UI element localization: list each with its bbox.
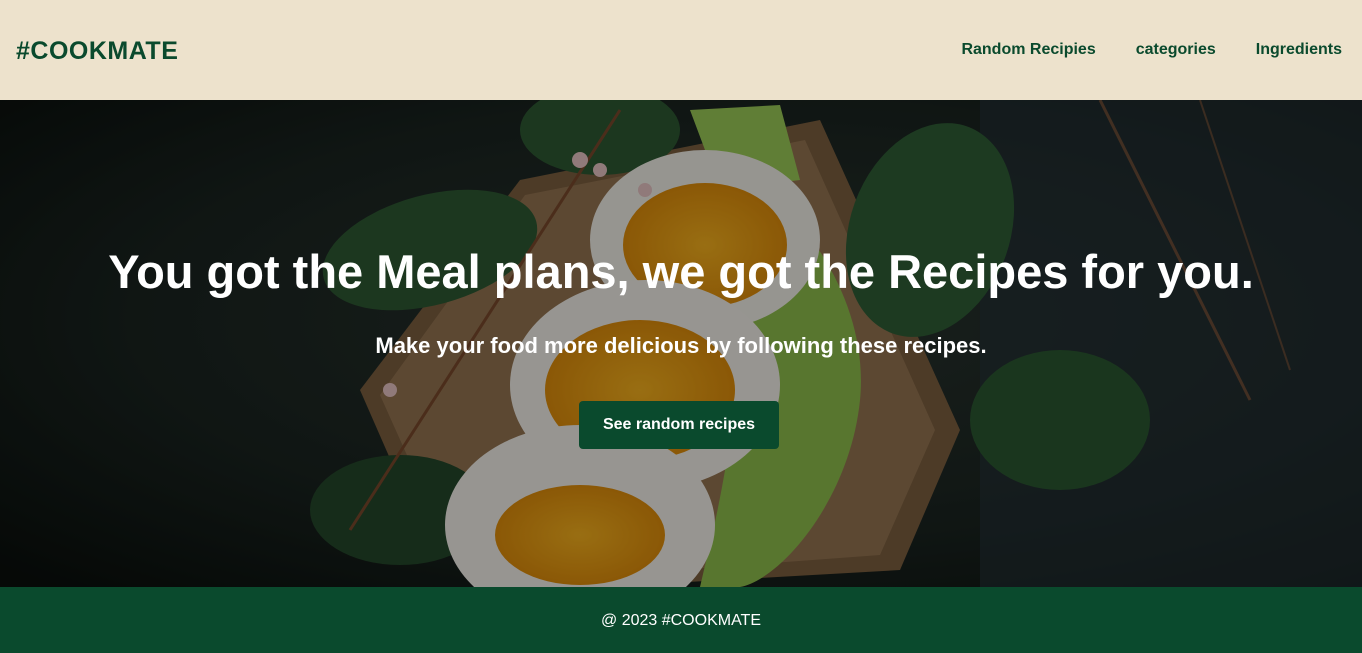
footer-copyright: @ 2023 #COOKMATE	[601, 612, 761, 629]
site-footer: @ 2023 #COOKMATE	[0, 587, 1362, 653]
nav-link-categories[interactable]: categories	[1136, 40, 1216, 60]
see-random-recipes-button[interactable]: See random recipes	[579, 401, 779, 449]
site-logo[interactable]: #COOKMATE	[16, 37, 178, 65]
site-header: #COOKMATE Random Recipies categories Ing…	[0, 0, 1362, 100]
nav-link-random-recipes[interactable]: Random Recipies	[961, 40, 1095, 60]
main-nav: Random Recipies categories Ingredients	[961, 40, 1342, 60]
hero-subtitle: Make your food more delicious by followi…	[375, 333, 987, 358]
nav-link-ingredients[interactable]: Ingredients	[1256, 40, 1342, 60]
hero-section: You got the Meal plans, we got the Recip…	[0, 100, 1362, 587]
hero-title: You got the Meal plans, we got the Recip…	[108, 245, 1254, 298]
